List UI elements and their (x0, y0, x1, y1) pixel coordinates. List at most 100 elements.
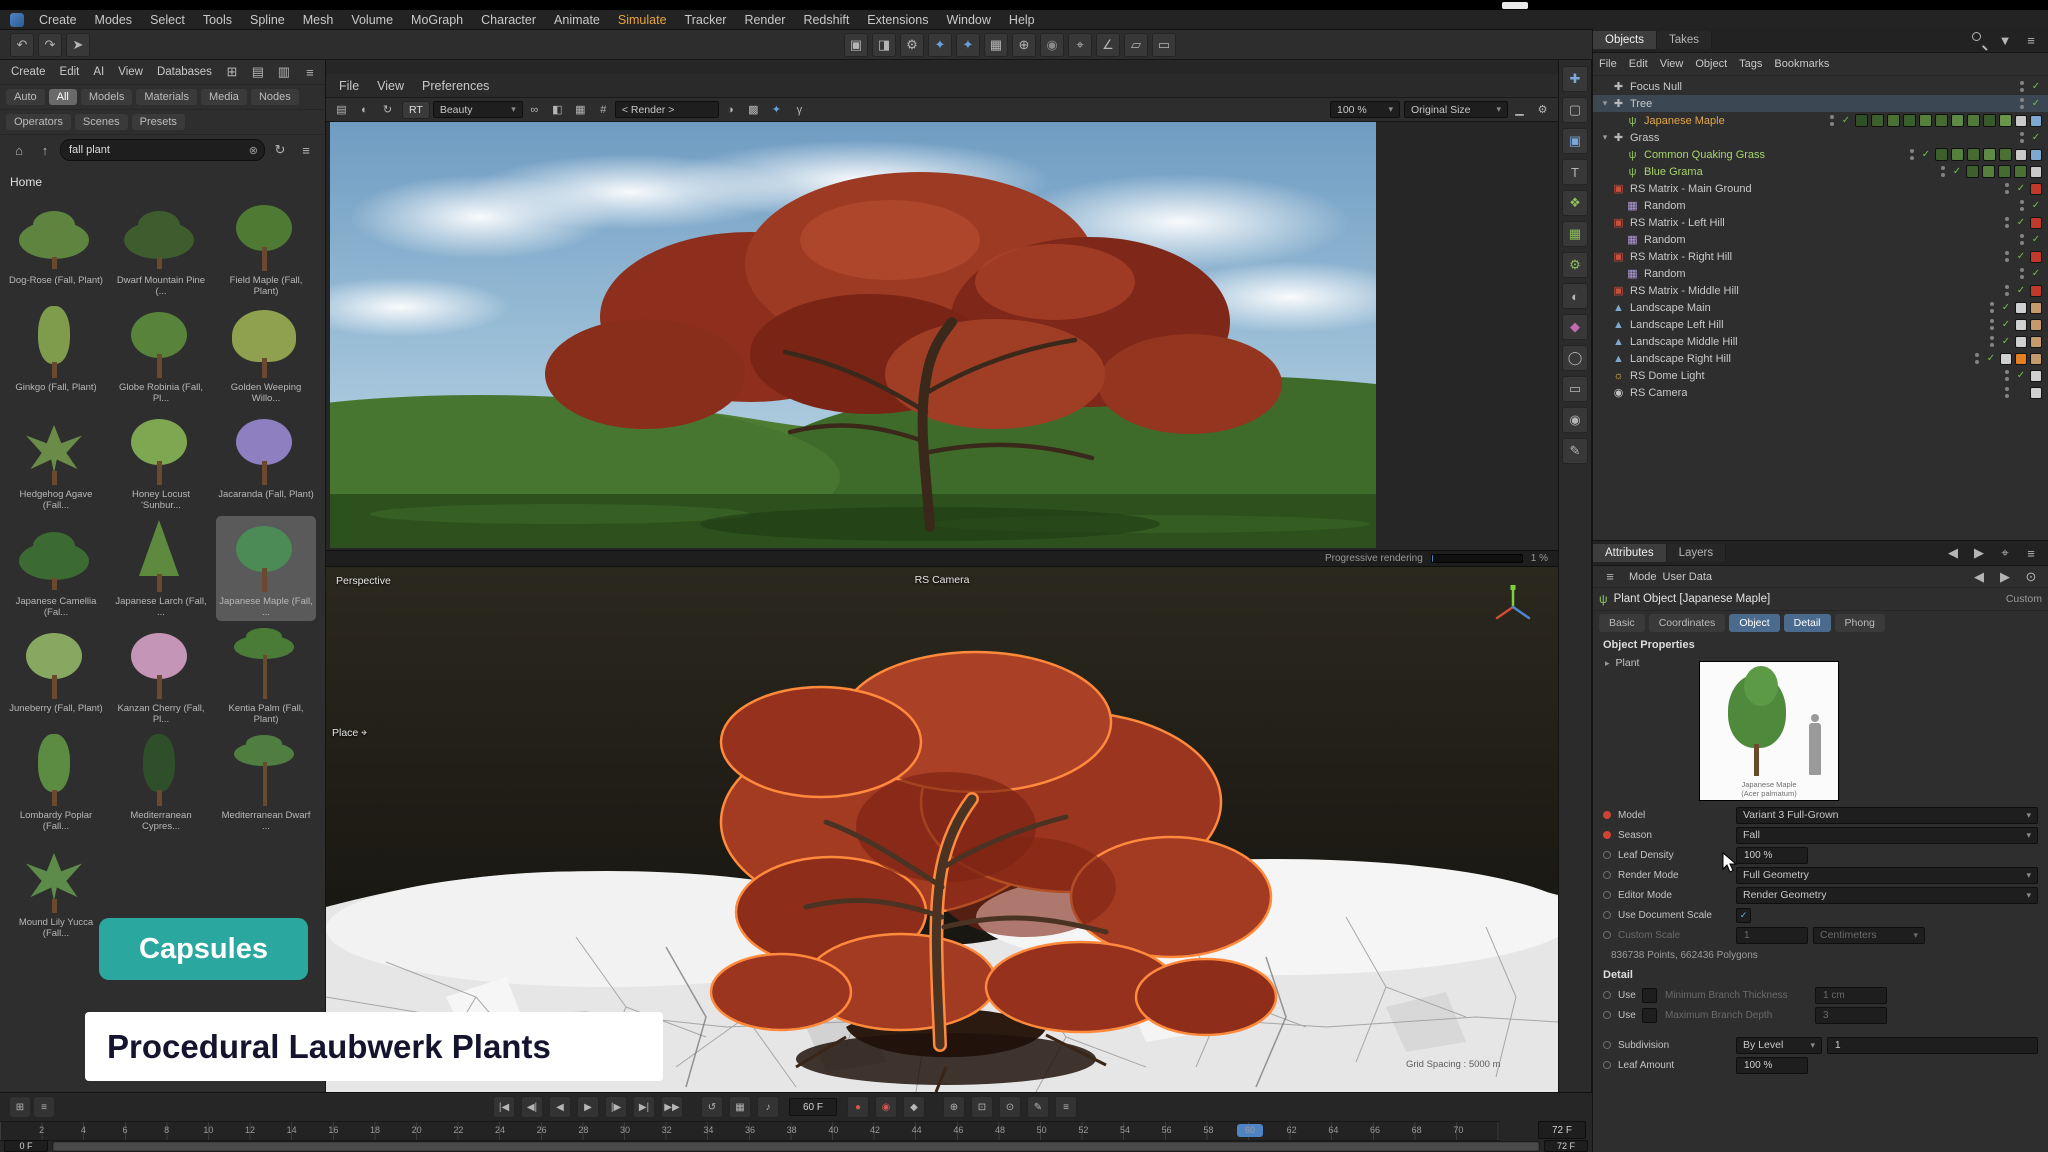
compare-icon[interactable]: ◧ (548, 100, 567, 119)
menu-edit[interactable]: Edit (53, 66, 87, 78)
material-swatch[interactable] (1983, 148, 1996, 161)
range-slider[interactable] (52, 1141, 1540, 1152)
object-row-landscape-middle-hill[interactable]: ▲Landscape Middle Hill✓ (1593, 333, 2048, 350)
filter-icon[interactable]: ▼ (1994, 29, 2016, 51)
tab-coordinates[interactable]: Coordinates (1649, 614, 1726, 632)
menu-ai[interactable]: AI (86, 66, 111, 78)
unit-dropdown[interactable]: Centimeters▾ (1813, 927, 1925, 944)
tag-icon[interactable] (2015, 319, 2027, 331)
asset-japanese-maple-fall[interactable]: Japanese Maple (Fall, ... (216, 516, 316, 621)
expander-icon[interactable]: ▾ (1599, 98, 1611, 109)
attr-dropdown[interactable]: By Level▾ (1736, 1037, 1822, 1054)
refresh-render-icon[interactable]: ↻ (378, 100, 397, 119)
tab-media[interactable]: Media (201, 89, 247, 105)
material-swatch[interactable] (1951, 114, 1964, 127)
asset-honey-locust-sunbur[interactable]: Honey Locust 'Sunbur... (111, 409, 211, 514)
material-swatch[interactable] (1951, 148, 1964, 161)
material-swatch[interactable] (1999, 148, 2012, 161)
magic-solo-icon[interactable]: ✦ (928, 33, 952, 57)
grid-view-icon[interactable]: ⊞ (221, 61, 243, 83)
menu-view[interactable]: View (1654, 58, 1690, 70)
measure-icon[interactable]: ◐ (1562, 283, 1588, 309)
visibility-dots-icon[interactable] (2020, 81, 2025, 92)
asset-lombardy-poplar-fall[interactable]: Lombardy Poplar (Fall... (6, 730, 106, 835)
visibility-dots-icon[interactable] (2005, 217, 2010, 228)
asset-ginkgo-fall-plant[interactable]: Ginkgo (Fall, Plant) (6, 302, 106, 407)
list-view-icon[interactable]: ▤ (247, 61, 269, 83)
menu-mograph[interactable]: MoGraph (402, 13, 472, 27)
visibility-dots-icon[interactable] (1990, 302, 1995, 313)
menu-view[interactable]: View (111, 66, 150, 78)
keyframe-icon[interactable]: ◆ (903, 1096, 925, 1118)
attr-field[interactable]: 1 (1827, 1037, 2038, 1054)
anim-dot-icon[interactable] (1603, 851, 1611, 859)
visibility-dots-icon[interactable] (1910, 149, 1915, 160)
anim-dot-icon[interactable] (1603, 891, 1611, 899)
asset-japanese-larch-fall[interactable]: Japanese Larch (Fall, ... (111, 516, 211, 621)
lock-icon[interactable]: ⊙ (2020, 566, 2042, 588)
asset-globe-robinia-fall-pl[interactable]: Globe Robinia (Fall, Pl... (111, 302, 211, 407)
redo-icon[interactable]: ↷ (38, 33, 62, 57)
menu-window[interactable]: Window (937, 13, 999, 27)
enabled-check-icon[interactable]: ✓ (2030, 200, 2042, 211)
record-position-icon[interactable]: ⊕ (943, 1096, 965, 1118)
anim-dot-icon[interactable] (1603, 871, 1611, 879)
attr-field[interactable]: 1 (1736, 927, 1808, 944)
settings-gear-icon[interactable]: ⚙ (1533, 100, 1552, 119)
tag-icon[interactable] (2030, 251, 2042, 263)
rt-button[interactable]: RT (402, 101, 430, 119)
tab-takes[interactable]: Takes (1657, 31, 1712, 49)
tag-icon[interactable] (2030, 370, 2042, 382)
menu-select[interactable]: Select (141, 13, 194, 27)
tag-icon[interactable] (2015, 149, 2027, 161)
link-icon[interactable]: ∞ (525, 100, 544, 119)
enabled-check-icon[interactable]: ✓ (1985, 353, 1997, 364)
asset-hedgehog-agave-fall[interactable]: Hedgehog Agave (Fall... (6, 409, 106, 514)
attr-field[interactable]: 1 cm (1815, 987, 1887, 1004)
material-swatch[interactable] (1966, 165, 1979, 178)
attr-field[interactable]: 3 (1815, 1007, 1887, 1024)
tab-models[interactable]: Models (81, 89, 132, 105)
size-dropdown[interactable]: Original Size▾ (1404, 101, 1508, 118)
up-folder-icon[interactable]: ↑ (34, 139, 56, 161)
render-view-icon[interactable]: ▣ (844, 33, 868, 57)
tab-detail[interactable]: Detail (1784, 614, 1831, 632)
object-row-landscape-left-hill[interactable]: ▲Landscape Left Hill✓ (1593, 316, 2048, 333)
viewport-camera-label[interactable]: RS Camera (915, 574, 970, 586)
visibility-dots-icon[interactable] (2005, 251, 2010, 262)
tag-icon[interactable] (2030, 166, 2042, 178)
tab-object[interactable]: Object (1729, 614, 1779, 632)
menu-create[interactable]: Create (30, 13, 86, 27)
menu-bookmarks[interactable]: Bookmarks (1768, 58, 1835, 70)
enabled-check-icon[interactable]: ✓ (2015, 370, 2027, 381)
render-settings-icon[interactable]: ⚙ (900, 33, 924, 57)
attr-field[interactable]: 100 % (1736, 1057, 1808, 1074)
menu-modes[interactable]: Modes (86, 13, 142, 27)
workplane-icon[interactable]: ▱ (1124, 33, 1148, 57)
pen-tool-icon[interactable]: ✎ (1562, 438, 1588, 464)
menu-object[interactable]: Object (1689, 58, 1733, 70)
object-row-common-quaking-grass[interactable]: ψCommon Quaking Grass✓ (1593, 146, 2048, 163)
menu-redshift[interactable]: Redshift (794, 13, 858, 27)
material-swatch[interactable] (1983, 114, 1996, 127)
material-swatch[interactable] (1903, 114, 1916, 127)
menu-render[interactable]: Render (735, 13, 794, 27)
tag-icon[interactable] (2015, 115, 2027, 127)
ab-compare-icon[interactable]: ◑ (721, 100, 740, 119)
marquee-select-icon[interactable]: ▢ (1562, 97, 1588, 123)
tag-icon[interactable] (2030, 336, 2042, 348)
visibility-dots-icon[interactable] (2020, 268, 2025, 279)
enabled-check-icon[interactable]: ✓ (2015, 183, 2027, 194)
asset-golden-weeping-willo[interactable]: Golden Weeping Willo... (216, 302, 316, 407)
object-row-grass[interactable]: ▾✚Grass✓ (1593, 129, 2048, 146)
record-pla-icon[interactable]: ≡ (1055, 1096, 1077, 1118)
star-icon[interactable]: ✦ (767, 100, 786, 119)
asset-japanese-camellia-fal[interactable]: Japanese Camellia (Fal... (6, 516, 106, 621)
visibility-dots-icon[interactable] (1941, 166, 1946, 177)
end-frame-field[interactable]: 72 F (1538, 1121, 1586, 1139)
material-swatch[interactable] (2014, 165, 2027, 178)
mode-menu-icon[interactable]: ≡ (1599, 566, 1621, 588)
menu-help[interactable]: Help (1000, 13, 1044, 27)
menu-file[interactable]: File (330, 79, 368, 93)
object-row-rs-matrix-right-hill[interactable]: ▣RS Matrix - Right Hill✓ (1593, 248, 2048, 265)
